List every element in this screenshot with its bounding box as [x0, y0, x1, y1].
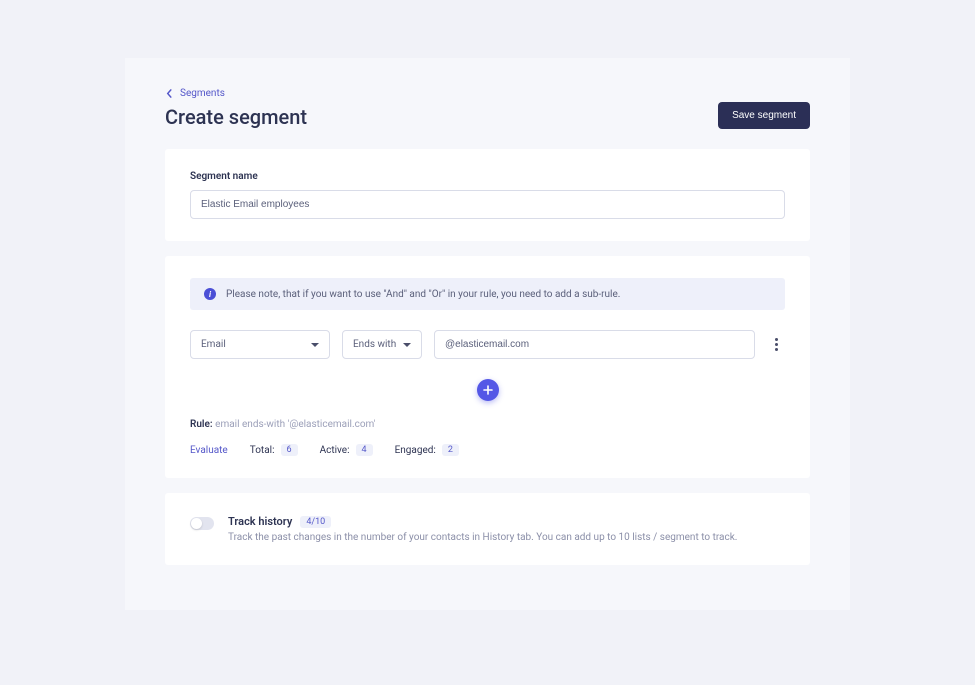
- stat-engaged-label: Engaged:: [395, 445, 436, 456]
- info-icon: i: [204, 288, 216, 300]
- rules-card: i Please note, that if you want to use "…: [165, 256, 810, 478]
- stat-active: Active: 4: [320, 444, 373, 456]
- track-history-toggle[interactable]: [190, 517, 214, 530]
- stats-row: Evaluate Total: 6 Active: 4 Engaged: 2: [190, 444, 785, 456]
- track-count-badge: 4/10: [300, 516, 331, 528]
- stat-active-value: 4: [356, 444, 373, 456]
- track-title-row: Track history 4/10: [228, 515, 737, 528]
- caret-down-icon: [311, 343, 319, 347]
- track-title: Track history: [228, 515, 292, 528]
- stat-active-label: Active:: [320, 445, 350, 456]
- rule-summary-label: Rule:: [190, 419, 213, 430]
- rule-value-input[interactable]: [434, 330, 755, 359]
- breadcrumb-back[interactable]: Segments: [165, 88, 307, 99]
- caret-down-icon: [403, 343, 411, 347]
- add-rule-button[interactable]: [477, 379, 499, 401]
- rule-more-button[interactable]: [767, 338, 785, 351]
- info-banner: i Please note, that if you want to use "…: [190, 278, 785, 310]
- rule-operator-select[interactable]: Ends with: [342, 330, 422, 359]
- segment-name-card: Segment name: [165, 149, 810, 241]
- track-description: Track the past changes in the number of …: [228, 532, 737, 543]
- page-header: Segments Create segment Save segment: [125, 88, 850, 129]
- track-history-card: Track history 4/10 Track the past change…: [165, 493, 810, 565]
- rule-field-value: Email: [201, 339, 226, 350]
- segment-name-input[interactable]: [190, 190, 785, 219]
- segment-name-label: Segment name: [190, 171, 785, 182]
- info-text: Please note, that if you want to use "An…: [226, 289, 620, 300]
- track-content: Track history 4/10 Track the past change…: [228, 515, 737, 543]
- rule-summary-expression: email ends-with '@elasticemail.com': [215, 419, 375, 430]
- stat-total: Total: 6: [250, 444, 298, 456]
- evaluate-link[interactable]: Evaluate: [190, 445, 228, 456]
- stat-engaged-value: 2: [442, 444, 459, 456]
- plus-icon: [483, 385, 493, 395]
- save-segment-button[interactable]: Save segment: [718, 102, 810, 129]
- rule-row: Email Ends with: [190, 330, 785, 359]
- stat-total-label: Total:: [250, 445, 275, 456]
- stat-total-value: 6: [281, 444, 298, 456]
- header-left: Segments Create segment: [165, 88, 307, 129]
- page-title: Create segment: [165, 105, 307, 129]
- add-rule-row: [190, 379, 785, 401]
- rule-summary: Rule: email ends-with '@elasticemail.com…: [190, 419, 785, 430]
- rule-field-select[interactable]: Email: [190, 330, 330, 359]
- breadcrumb-label: Segments: [180, 88, 225, 99]
- toggle-knob: [191, 518, 202, 529]
- chevron-left-icon: [165, 89, 174, 98]
- rule-operator-value: Ends with: [353, 339, 396, 350]
- app-container: Segments Create segment Save segment Seg…: [125, 58, 850, 610]
- stat-engaged: Engaged: 2: [395, 444, 459, 456]
